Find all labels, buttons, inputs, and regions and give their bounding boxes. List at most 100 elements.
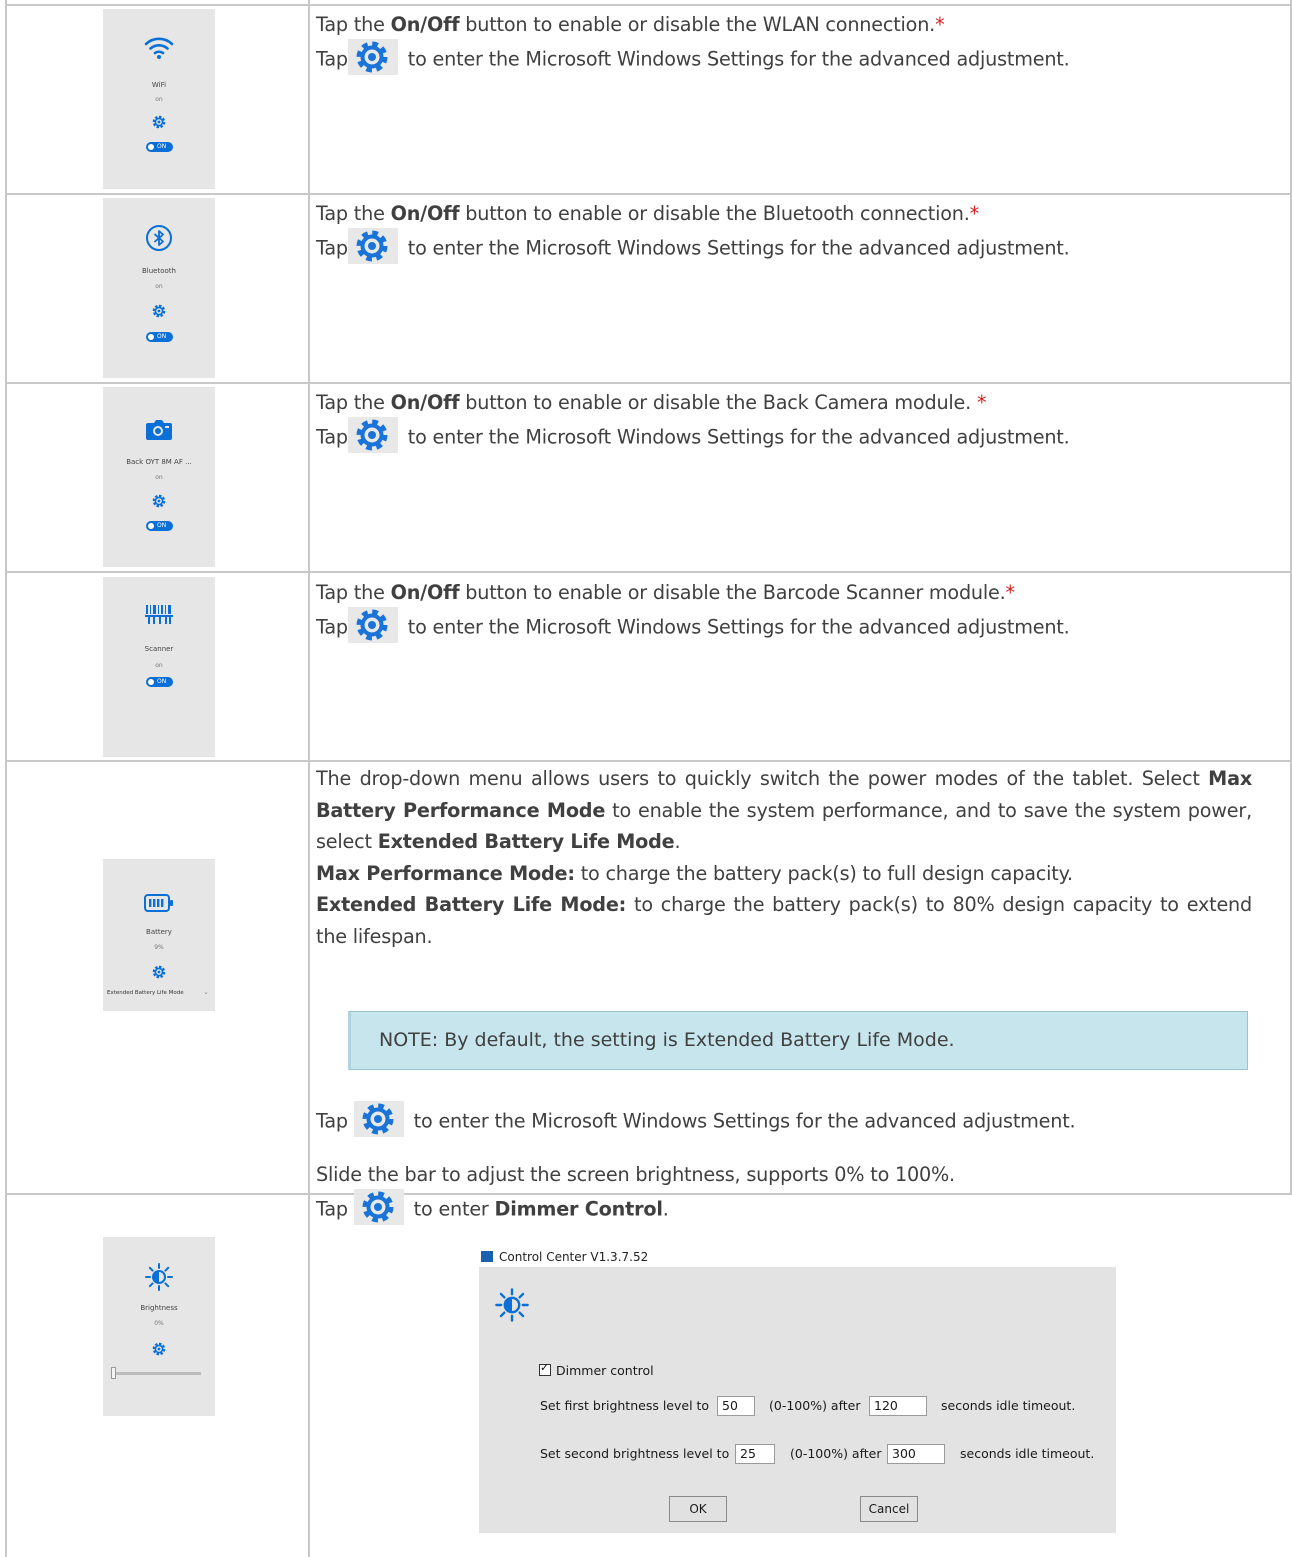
on-off-toggle[interactable]: ON — [146, 142, 173, 152]
footnote-star: * — [935, 13, 945, 36]
on-off-toggle[interactable]: ON — [146, 521, 173, 531]
cancel-button[interactable]: Cancel — [860, 1496, 918, 1522]
row-divider — [5, 760, 1292, 762]
gear-icon — [347, 228, 398, 264]
row-divider — [5, 382, 1292, 384]
brightness-icon — [103, 1262, 215, 1296]
first-level-label: Set first brightness level to — [540, 1398, 710, 1413]
note-box: NOTE: By default, the setting is Extende… — [348, 1011, 1248, 1070]
tile-label: Scanner — [144, 645, 174, 653]
dropdown-value: Extended Battery Life Mode — [107, 990, 184, 996]
battery-paragraph-2: Max Performance Mode: to charge the batt… — [316, 861, 1073, 885]
wifi-tile: WiFi on ON — [103, 9, 215, 189]
battery-tile: Battery 9% Extended Battery Life Mode ⌄ — [103, 859, 215, 1011]
dimmer-control-checkbox[interactable]: Dimmer control — [539, 1361, 654, 1378]
dialog-title: Control Center V1.3.7.52 — [499, 1250, 649, 1264]
battery-tap-line: Tap to enter the Microsoft Windows Setti… — [316, 1101, 1251, 1140]
settings-gear-icon[interactable] — [103, 493, 215, 513]
wifi-description: Tap the On/Off button to enable or disab… — [316, 11, 1251, 78]
document-page: WiFi on ON Tap the On/Off button to enab… — [0, 0, 1292, 1557]
toggle-text: ON — [157, 143, 167, 150]
settings-gear-icon[interactable] — [103, 1341, 215, 1361]
gear-icon — [353, 1101, 404, 1137]
tile-state: on — [155, 283, 163, 290]
tile-state: 9% — [154, 944, 164, 951]
on-off-toggle[interactable]: ON — [146, 677, 173, 687]
table-column-divider — [308, 0, 310, 1557]
scanner-tile: Scanner on ON — [103, 577, 215, 757]
chevron-down-icon: ⌄ — [203, 988, 209, 996]
scanner-description: Tap the On/Off button to enable or disab… — [316, 579, 1251, 646]
camera-tile: Back OYT 8M AF ... on ON — [103, 387, 215, 567]
settings-gear-icon[interactable] — [103, 114, 215, 134]
dialog-brightness-icon — [494, 1287, 530, 1326]
gear-icon — [353, 1189, 404, 1225]
second-timeout-field[interactable]: 300 — [887, 1444, 945, 1464]
dialog-title-bar: Control Center V1.3.7.52 — [481, 1250, 648, 1264]
gear-icon — [347, 417, 398, 453]
gear-icon — [347, 607, 398, 643]
camera-line-1: Tap the On/Off button to enable or disab… — [316, 391, 987, 414]
tile-label: Bluetooth — [142, 267, 176, 275]
dimmer-control-dialog: Dimmer control Set first brightness leve… — [479, 1267, 1116, 1533]
table-border-left — [5, 0, 7, 1557]
camera-line-2: Tap to enter the Microsoft Windows Setti… — [316, 417, 1251, 456]
brightness-description: Slide the bar to adjust the screen brigh… — [316, 1161, 1251, 1228]
second-level-label: Set second brightness level to — [540, 1446, 730, 1461]
brightness-line-2: Tap to enter Dimmer Control. — [316, 1189, 1251, 1228]
brightness-line-1: Slide the bar to adjust the screen brigh… — [316, 1163, 955, 1186]
battery-description: The drop-down menu allows users to quick… — [316, 763, 1252, 952]
gear-icon — [347, 39, 398, 75]
battery-paragraph-1: The drop-down menu allows users to quick… — [316, 767, 1252, 853]
toggle-knob — [148, 523, 154, 529]
toggle-knob — [148, 144, 154, 150]
checkbox-label: Dimmer control — [556, 1363, 654, 1378]
first-timeout-label: seconds idle timeout. — [941, 1398, 1076, 1413]
tile-label: Battery — [146, 928, 172, 936]
tile-state: on — [155, 96, 163, 103]
toggle-knob — [148, 679, 154, 685]
toggle-text: ON — [157, 522, 167, 529]
tile-state: on — [155, 662, 163, 669]
brightness-slider[interactable] — [111, 1367, 201, 1379]
bluetooth-line-2: Tap to enter the Microsoft Windows Setti… — [316, 228, 1251, 267]
footnote-star: * — [969, 202, 980, 225]
bluetooth-description: Tap the On/Off button to enable or disab… — [316, 200, 1251, 267]
app-icon — [481, 1251, 493, 1262]
checkbox-checked-icon[interactable] — [539, 1361, 551, 1376]
camera-icon — [103, 417, 215, 445]
row-divider — [5, 193, 1292, 195]
tile-label: Brightness — [140, 1304, 178, 1312]
battery-paragraph-3: Extended Battery Life Mode: to charge th… — [316, 893, 1252, 948]
first-timeout-field[interactable]: 120 — [869, 1396, 927, 1416]
first-level-field[interactable]: 50 — [717, 1396, 755, 1416]
footnote-star: * — [1005, 581, 1016, 604]
ok-button[interactable]: OK — [669, 1496, 727, 1522]
battery-icon — [103, 894, 215, 916]
row-divider — [5, 571, 1292, 573]
table-border-top — [5, 4, 1292, 6]
settings-gear-icon[interactable] — [103, 303, 215, 323]
toggle-text: ON — [157, 333, 167, 340]
slider-thumb[interactable] — [111, 1367, 116, 1379]
second-level-range: (0-100%) after — [790, 1446, 882, 1461]
barcode-scanner-icon — [103, 604, 215, 630]
power-mode-dropdown[interactable]: Extended Battery Life Mode ⌄ — [107, 988, 211, 1002]
bluetooth-icon — [103, 224, 215, 256]
camera-description: Tap the On/Off button to enable or disab… — [316, 389, 1251, 456]
second-level-field[interactable]: 25 — [735, 1444, 775, 1464]
scanner-line-1: Tap the On/Off button to enable or disab… — [316, 581, 1016, 604]
tile-state: 0% — [154, 1320, 164, 1327]
toggle-text: ON — [157, 678, 167, 685]
bluetooth-tile: Bluetooth on ON — [103, 198, 215, 378]
tile-label: WiFi — [151, 81, 167, 89]
first-level-range: (0-100%) after — [769, 1398, 861, 1413]
slider-track — [111, 1372, 201, 1375]
second-timeout-label: seconds idle timeout. — [960, 1446, 1095, 1461]
wifi-icon — [103, 36, 215, 64]
on-off-toggle[interactable]: ON — [146, 332, 173, 342]
tile-label: Back OYT 8M AF ... — [126, 458, 192, 466]
toggle-knob — [148, 334, 154, 340]
settings-gear-icon[interactable] — [103, 964, 215, 984]
scanner-line-2: Tap to enter the Microsoft Windows Setti… — [316, 607, 1251, 646]
